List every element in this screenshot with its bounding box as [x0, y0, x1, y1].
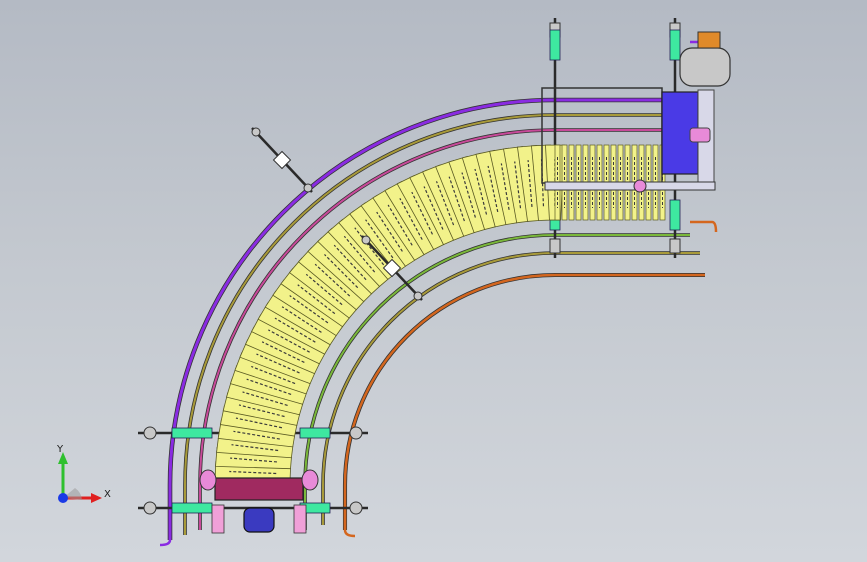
bracket-lower-a-pad	[299, 427, 331, 439]
x-axis-arrowhead	[91, 493, 102, 503]
bracket-lower-b-clamp	[143, 501, 157, 515]
diagonal-support-inner-bolt	[413, 291, 423, 301]
idler-wheel-left	[199, 469, 217, 491]
drive-sprocket	[689, 127, 711, 143]
rail-end-hook-top	[690, 220, 718, 233]
bracket-upper-b-clamp	[669, 238, 681, 254]
rail-inner-olive-outline	[321, 251, 700, 525]
idler-block	[214, 477, 304, 501]
bracket-upper-a-clamp	[549, 238, 561, 254]
diagonal-support-inner-bolt	[361, 235, 371, 245]
rail-inner-olive	[322, 252, 700, 525]
bracket-lower-b-pad	[171, 502, 213, 514]
idler-wheel-right	[301, 469, 319, 491]
idler-mount-right	[293, 504, 307, 534]
idler-end	[199, 469, 319, 534]
bracket-lower-a-clamp	[349, 426, 363, 440]
y-axis-label: Y	[56, 444, 64, 455]
conveyor-model: Y X	[56, 18, 731, 547]
bracket-upper-a-pad	[549, 29, 561, 61]
cad-viewport[interactable]: Y X	[0, 0, 867, 562]
z-axis-dot	[58, 493, 68, 503]
bracket-upper-b-pad	[669, 199, 681, 231]
bracket-lower-a-clamp	[143, 426, 157, 440]
motor-gearbox	[697, 31, 721, 49]
slat-chain	[214, 144, 666, 495]
x-axis-label: X	[104, 489, 111, 500]
drive-base-rail	[544, 181, 716, 191]
drive-roller	[633, 179, 647, 193]
bracket-lower-a-pad	[171, 427, 213, 439]
idler-mount-left	[211, 504, 225, 534]
motor-body	[679, 47, 731, 87]
diagonal-support-outer-bolt	[251, 127, 261, 137]
idler-bearing	[243, 507, 275, 533]
bracket-upper-b-pad	[669, 29, 681, 61]
diagonal-support-outer-bolt	[303, 183, 313, 193]
axis-triad: Y X	[56, 444, 111, 503]
bracket-lower-b-clamp	[349, 501, 363, 515]
